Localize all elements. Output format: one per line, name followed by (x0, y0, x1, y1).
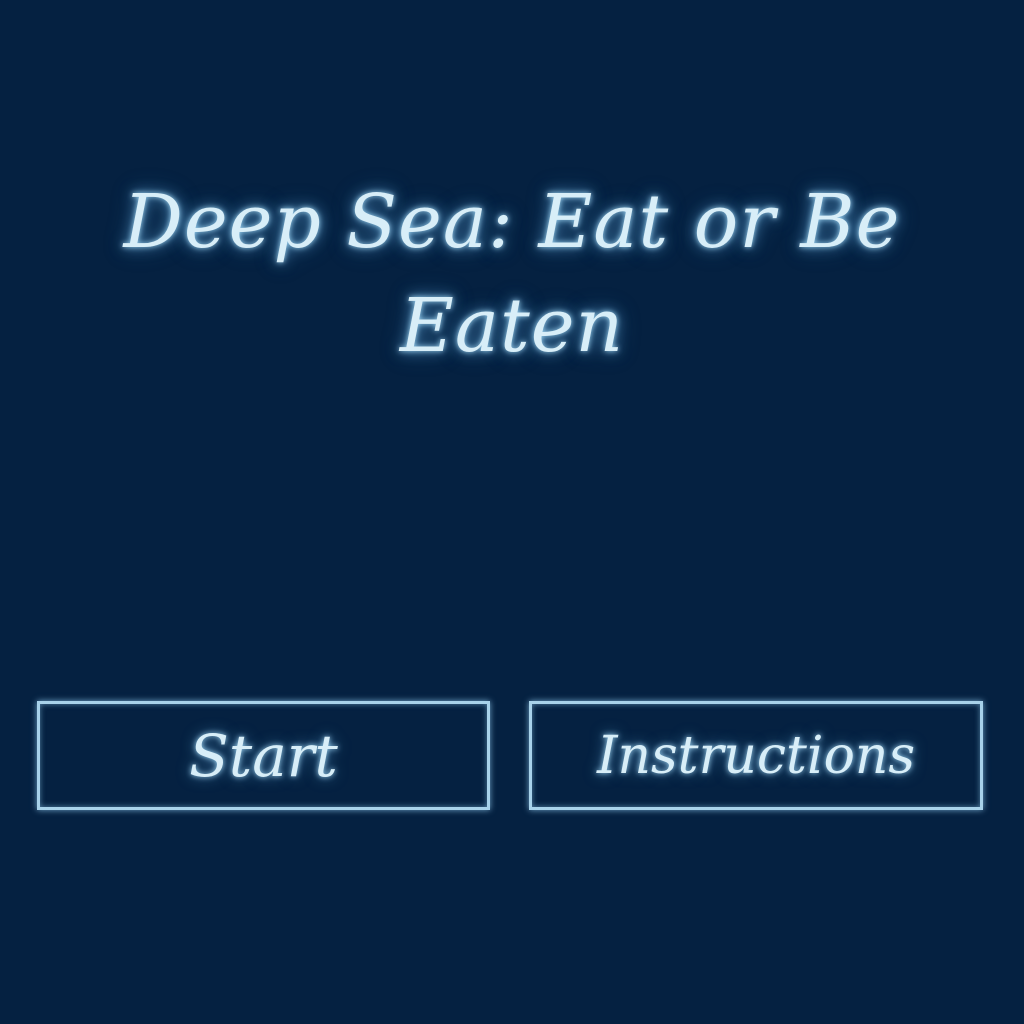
instructions-button[interactable]: Instructions (529, 701, 983, 810)
game-title: Deep Sea: Eat or Be Eaten (123, 179, 901, 369)
main-menu-screen: Deep Sea: Eat or Be Eaten Start Instruct… (0, 0, 1024, 1024)
start-button-label: Start (189, 721, 338, 790)
instructions-button-label: Instructions (596, 725, 916, 786)
start-button[interactable]: Start (37, 701, 490, 810)
